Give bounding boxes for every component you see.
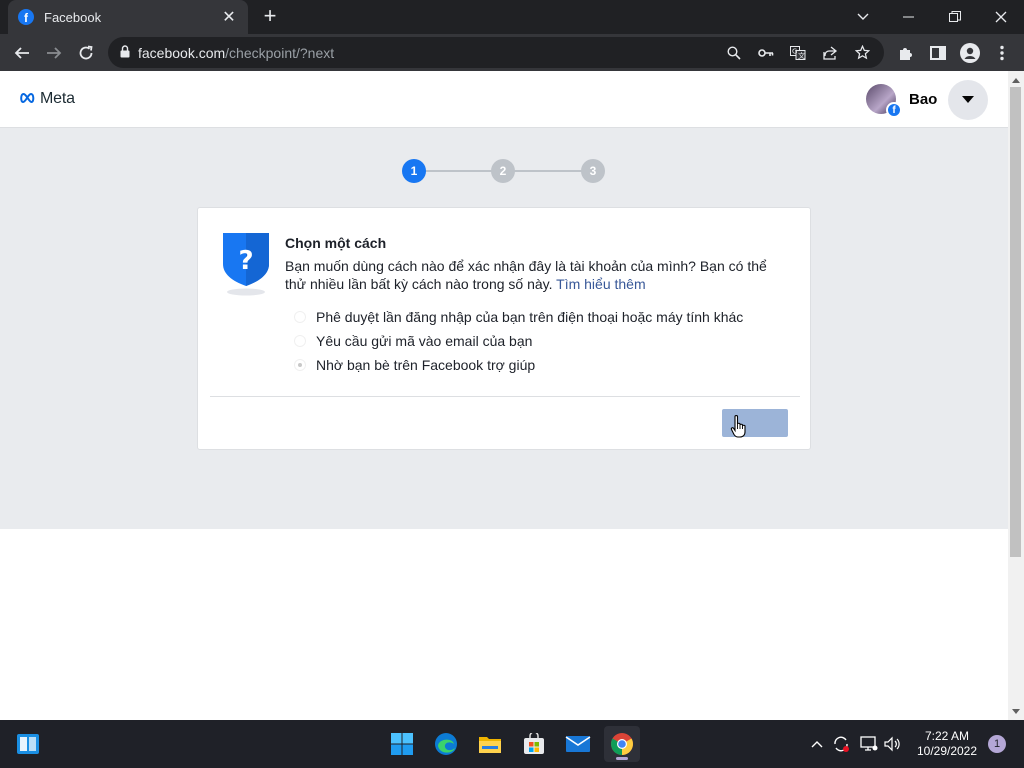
- shield-question-icon: ?: [222, 232, 270, 301]
- scroll-down-arrow-icon[interactable]: [1008, 704, 1024, 718]
- radio-button[interactable]: [294, 311, 306, 323]
- tab-search-chevron-icon[interactable]: [840, 0, 886, 34]
- microsoft-store-icon[interactable]: [516, 726, 552, 762]
- widgets-icon[interactable]: [10, 726, 46, 762]
- facebook-badge-icon: f: [886, 102, 902, 118]
- minimize-button[interactable]: [886, 0, 932, 34]
- meta-logo[interactable]: Meta: [18, 90, 75, 108]
- sync-icon[interactable]: [830, 734, 852, 754]
- chrome-taskbar-icon[interactable]: [604, 726, 640, 762]
- notification-badge[interactable]: 1: [988, 735, 1006, 753]
- url-host: facebook.com: [138, 44, 226, 61]
- method-options: Phê duyệt lần đăng nhập của bạn trên điệ…: [294, 305, 743, 377]
- search-icon[interactable]: [718, 39, 750, 66]
- progress-steps: 1 2 3: [400, 158, 610, 188]
- user-profile[interactable]: f Bao: [866, 84, 937, 118]
- meta-logo-text: Meta: [40, 90, 75, 107]
- card-divider: [210, 396, 800, 397]
- tab-facebook[interactable]: f Facebook ✕: [8, 0, 248, 34]
- svg-text:文: 文: [798, 51, 805, 60]
- lock-icon[interactable]: [120, 44, 130, 61]
- bookmark-star-icon[interactable]: [846, 39, 878, 66]
- step-1: 1: [402, 159, 426, 183]
- tab-title: Facebook: [44, 9, 102, 25]
- card-title: Chọn một cách: [285, 235, 387, 251]
- description-text: Bạn muốn dùng cách nào để xác nhận đây l…: [285, 258, 767, 292]
- back-button[interactable]: [8, 39, 36, 67]
- step-3: 3: [581, 159, 605, 183]
- taskbar-clock[interactable]: 7:22 AM 10/29/2022: [912, 729, 982, 759]
- svg-text:?: ?: [238, 246, 253, 276]
- checkpoint-content: 1 2 3 ? Chọn một cách Bạn muốn dùng cách…: [0, 128, 1008, 529]
- forward-button[interactable]: [40, 39, 68, 67]
- url-path: /checkpoint/?next: [225, 44, 335, 61]
- step-2: 2: [491, 159, 515, 183]
- radio-button[interactable]: [294, 335, 306, 347]
- option-ask-friends[interactable]: Nhờ bạn bè trên Facebook trợ giúp: [294, 353, 743, 377]
- side-panel-icon[interactable]: [924, 39, 952, 67]
- hand-cursor-icon: [730, 414, 748, 441]
- extensions-icon[interactable]: [892, 39, 920, 67]
- reload-button[interactable]: [72, 39, 100, 67]
- option-email-code[interactable]: Yêu cầu gửi mã vào email của bạn: [294, 329, 743, 353]
- profile-icon[interactable]: [956, 39, 984, 67]
- option-label[interactable]: Phê duyệt lần đăng nhập của bạn trên điệ…: [316, 309, 743, 325]
- page-header: Meta f Bao: [0, 71, 1008, 128]
- option-label[interactable]: Yêu cầu gửi mã vào email của bạn: [316, 333, 532, 349]
- page-scrollbar[interactable]: [1008, 71, 1024, 720]
- tab-close-icon[interactable]: ✕: [220, 7, 238, 27]
- windows-taskbar: 7:22 AM 10/29/2022 1: [0, 720, 1024, 768]
- radio-button-selected[interactable]: [294, 359, 306, 371]
- clock-time: 7:22 AM: [924, 729, 970, 743]
- card-description: Bạn muốn dùng cách nào để xác nhận đây l…: [285, 257, 785, 293]
- show-hidden-icons-chevron-icon[interactable]: [806, 734, 828, 754]
- facebook-favicon-icon: f: [18, 9, 34, 25]
- start-windows-icon[interactable]: [384, 726, 420, 762]
- restore-button[interactable]: [932, 0, 978, 34]
- learn-more-link[interactable]: Tìm hiểu thêm: [556, 276, 645, 292]
- caret-down-icon: [962, 96, 974, 103]
- option-label[interactable]: Nhờ bạn bè trên Facebook trợ giúp: [316, 357, 535, 373]
- translate-icon[interactable]: 文G: [782, 39, 814, 66]
- network-icon[interactable]: [858, 734, 880, 754]
- browser-tab-strip: f Facebook ✕ +: [0, 0, 1024, 34]
- new-tab-button[interactable]: +: [258, 4, 282, 28]
- volume-icon[interactable]: [882, 734, 904, 754]
- meta-infinity-icon: [18, 92, 38, 107]
- account-menu-button[interactable]: [948, 80, 988, 120]
- scroll-thumb[interactable]: [1010, 87, 1021, 557]
- web-page: Meta f Bao 1 2 3 ? Chọn một cách Bạn muố…: [0, 71, 1008, 720]
- address-bar[interactable]: facebook.com/checkpoint/?next 文G: [108, 37, 884, 68]
- scroll-up-arrow-icon[interactable]: [1008, 73, 1024, 87]
- user-name[interactable]: Bao: [909, 91, 937, 108]
- file-explorer-icon[interactable]: [472, 726, 508, 762]
- option-approve-login[interactable]: Phê duyệt lần đăng nhập của bạn trên điệ…: [294, 305, 743, 329]
- key-icon[interactable]: [750, 39, 782, 66]
- share-icon[interactable]: [814, 39, 846, 66]
- svg-text:G: G: [792, 47, 797, 55]
- close-window-button[interactable]: [978, 0, 1024, 34]
- browser-menu-icon[interactable]: [988, 39, 1016, 67]
- clock-date: 10/29/2022: [916, 744, 978, 758]
- mail-icon[interactable]: [560, 726, 596, 762]
- edge-browser-icon[interactable]: [428, 726, 464, 762]
- avatar[interactable]: f: [866, 84, 902, 118]
- choose-method-card: ? Chọn một cách Bạn muốn dùng cách nào đ…: [197, 207, 811, 450]
- browser-toolbar: facebook.com/checkpoint/?next 文G: [0, 34, 1024, 71]
